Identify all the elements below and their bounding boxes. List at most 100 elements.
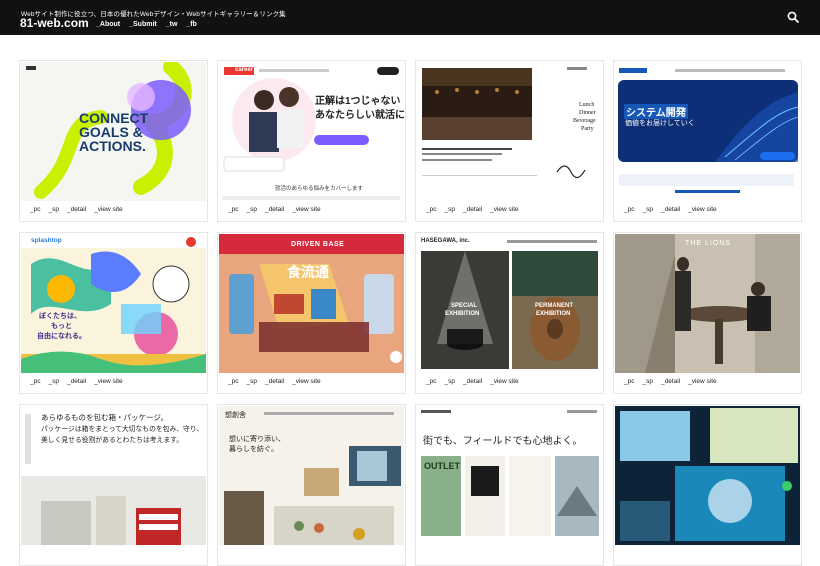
site-thumbnail[interactable]: CONNECT GOALS & ACTIONS. [21, 62, 206, 201]
gallery-card: Lunch Dinner Beverage Party _pc _sp _det… [415, 60, 604, 222]
gallery-card: HASEGAWA, inc. SPECIAL EXHIBITION PERMAN… [415, 232, 604, 394]
main-nav: _About _Submit _tw _fb [96, 21, 197, 28]
link-view-site[interactable]: _view site [94, 206, 123, 213]
link-sp[interactable]: _sp [444, 378, 454, 385]
gallery-card [613, 404, 802, 566]
link-view-site[interactable]: _view site [292, 378, 321, 385]
thumb-label-1: SPECIAL [451, 303, 478, 309]
link-detail[interactable]: _detail [265, 378, 284, 385]
nav-twitter[interactable]: _tw [166, 21, 178, 28]
link-pc[interactable]: _pc [426, 206, 436, 213]
thumb-headline-1: 街でも、フィールドでも心地よく。 [423, 436, 583, 447]
site-thumbnail[interactable]: システム開発 で 価値をお届けしていく [615, 62, 800, 201]
thumb-logo: DRIVEN BASE [291, 241, 345, 248]
link-detail[interactable]: _detail [67, 378, 86, 385]
link-pc[interactable]: _pc [30, 206, 40, 213]
link-detail[interactable]: _detail [463, 378, 482, 385]
site-thumbnail[interactable]: 街でも、フィールドでも心地よく。 OUTLET [417, 406, 602, 545]
link-view-site[interactable]: _view site [94, 378, 123, 385]
thumb-headline-2: パッケージは箱をまとって大切なものを包み、守り、 [41, 426, 204, 433]
thumb-graphic [222, 67, 400, 200]
card-links: _pc _sp _detail _view site [426, 378, 519, 385]
gallery-card: career 正解は1つじゃない あなたらしい就活に 就活のあらゆる悩みをカバー… [217, 60, 406, 222]
site-thumbnail[interactable]: あらゆるものを包む箱・パッケージ。 パッケージは箱をまとって大切なものを包み、守… [21, 406, 206, 545]
thumb-graphic [219, 234, 404, 373]
link-sp[interactable]: _sp [642, 206, 652, 213]
link-sp[interactable]: _sp [444, 206, 454, 213]
thumb-headline-2: 暮らしを紡ぐ。 [229, 445, 278, 453]
link-pc[interactable]: _pc [624, 378, 634, 385]
thumb-graphic [618, 68, 799, 193]
thumb-graphic [422, 67, 587, 179]
nav-about[interactable]: _About [96, 21, 120, 28]
thumb-label-2: EXHIBITION [445, 311, 480, 317]
gallery-card: あらゆるものを包む箱・パッケージ。 パッケージは箱をまとって大切なものを包み、守… [19, 404, 208, 566]
thumb-headline-2: もっと [51, 323, 72, 330]
menu-item-1: Lunch [579, 102, 595, 108]
gallery-card: CONNECT GOALS & ACTIONS. _pc _sp _detail… [19, 60, 208, 222]
thumb-label-3: PERMANENT [535, 303, 574, 309]
thumb-graphic [615, 406, 800, 545]
site-thumbnail[interactable]: Lunch Dinner Beverage Party [417, 62, 602, 201]
link-sp[interactable]: _sp [246, 206, 256, 213]
card-links: _pc _sp _detail _view site [228, 378, 321, 385]
thumb-graphic [421, 410, 599, 536]
thumb-headline-3: 自由になれる。 [37, 333, 86, 340]
thumb-subheading: 就活のあらゆる悩みをカバーします [275, 186, 364, 192]
nav-submit[interactable]: _Submit [129, 21, 157, 28]
thumb-headline-1: あらゆるものを包む箱・パッケージ。 [41, 413, 169, 422]
thumb-headline-1: 想いに寄り添い、 [229, 435, 285, 443]
link-view-site[interactable]: _view site [688, 206, 717, 213]
link-sp[interactable]: _sp [48, 378, 58, 385]
thumb-logo: splashtop [31, 237, 62, 244]
link-pc[interactable]: _pc [228, 206, 238, 213]
thumb-logo: HASEGAWA, inc. [421, 238, 470, 244]
search-icon[interactable] [787, 11, 799, 23]
link-view-site[interactable]: _view site [292, 206, 321, 213]
thumb-headline-2: あなたらしい就活に [315, 110, 404, 121]
site-thumbnail[interactable]: career 正解は1つじゃない あなたらしい就活に 就活のあらゆる悩みをカバー… [219, 62, 404, 201]
gallery-card: 街でも、フィールドでも心地よく。 OUTLET [415, 404, 604, 566]
link-detail[interactable]: _detail [67, 206, 86, 213]
thumb-logo: THE LIONS [685, 240, 731, 247]
link-detail[interactable]: _detail [463, 206, 482, 213]
thumb-headline-1: ぼくたちは、 [39, 313, 81, 320]
nav-facebook[interactable]: _fb [186, 21, 197, 28]
site-thumbnail[interactable]: THE LIONS [615, 234, 800, 373]
link-detail[interactable]: _detail [265, 206, 284, 213]
thumb-label-4: EXHIBITION [536, 311, 571, 317]
card-links: _pc _sp _detail _view site [30, 378, 123, 385]
card-links: _pc _sp _detail _view site [30, 206, 123, 213]
thumb-headline-3: 美しく見せる役割があるとわたちは考えます。 [41, 437, 184, 444]
thumb-graphic [615, 234, 800, 373]
link-sp[interactable]: _sp [48, 206, 58, 213]
site-thumbnail[interactable]: 想創舎 想いに寄り添い、 暮らしを紡ぐ。 [219, 406, 404, 545]
gallery-card: DRIVEN BASE 食流通 _pc _sp _detail _view si… [217, 232, 406, 394]
thumb-headline-1: 食流通 [287, 264, 329, 280]
menu-item-3: Beverage [573, 118, 596, 124]
link-pc[interactable]: _pc [624, 206, 634, 213]
site-thumbnail[interactable]: HASEGAWA, inc. SPECIAL EXHIBITION PERMAN… [417, 234, 602, 373]
thumb-headline-1: 正解は1つじゃない [315, 96, 401, 107]
link-view-site[interactable]: _view site [490, 206, 519, 213]
card-links: _pc _sp _detail _view site [228, 206, 321, 213]
gallery-card: THE LIONS _pc _sp _detail _view site [613, 232, 802, 394]
gallery-card: 想創舎 想いに寄り添い、 暮らしを紡ぐ。 [217, 404, 406, 566]
link-pc[interactable]: _pc [426, 378, 436, 385]
link-pc[interactable]: _pc [30, 378, 40, 385]
site-logo[interactable]: 81-web.com [20, 16, 89, 30]
link-pc[interactable]: _pc [228, 378, 238, 385]
card-links: _pc _sp _detail _view site [624, 378, 717, 385]
card-links: _pc _sp _detail _view site [624, 206, 717, 213]
link-sp[interactable]: _sp [642, 378, 652, 385]
site-thumbnail[interactable]: splashtop ぼくたちは、 もっと 自由になれる。 [21, 234, 206, 373]
link-detail[interactable]: _detail [661, 206, 680, 213]
site-thumbnail[interactable] [615, 406, 800, 545]
link-view-site[interactable]: _view site [490, 378, 519, 385]
link-view-site[interactable]: _view site [688, 378, 717, 385]
link-sp[interactable]: _sp [246, 378, 256, 385]
thumb-logo: 想創舎 [225, 411, 246, 419]
thumb-graphic [421, 240, 598, 369]
link-detail[interactable]: _detail [661, 378, 680, 385]
site-thumbnail[interactable]: DRIVEN BASE 食流通 [219, 234, 404, 373]
